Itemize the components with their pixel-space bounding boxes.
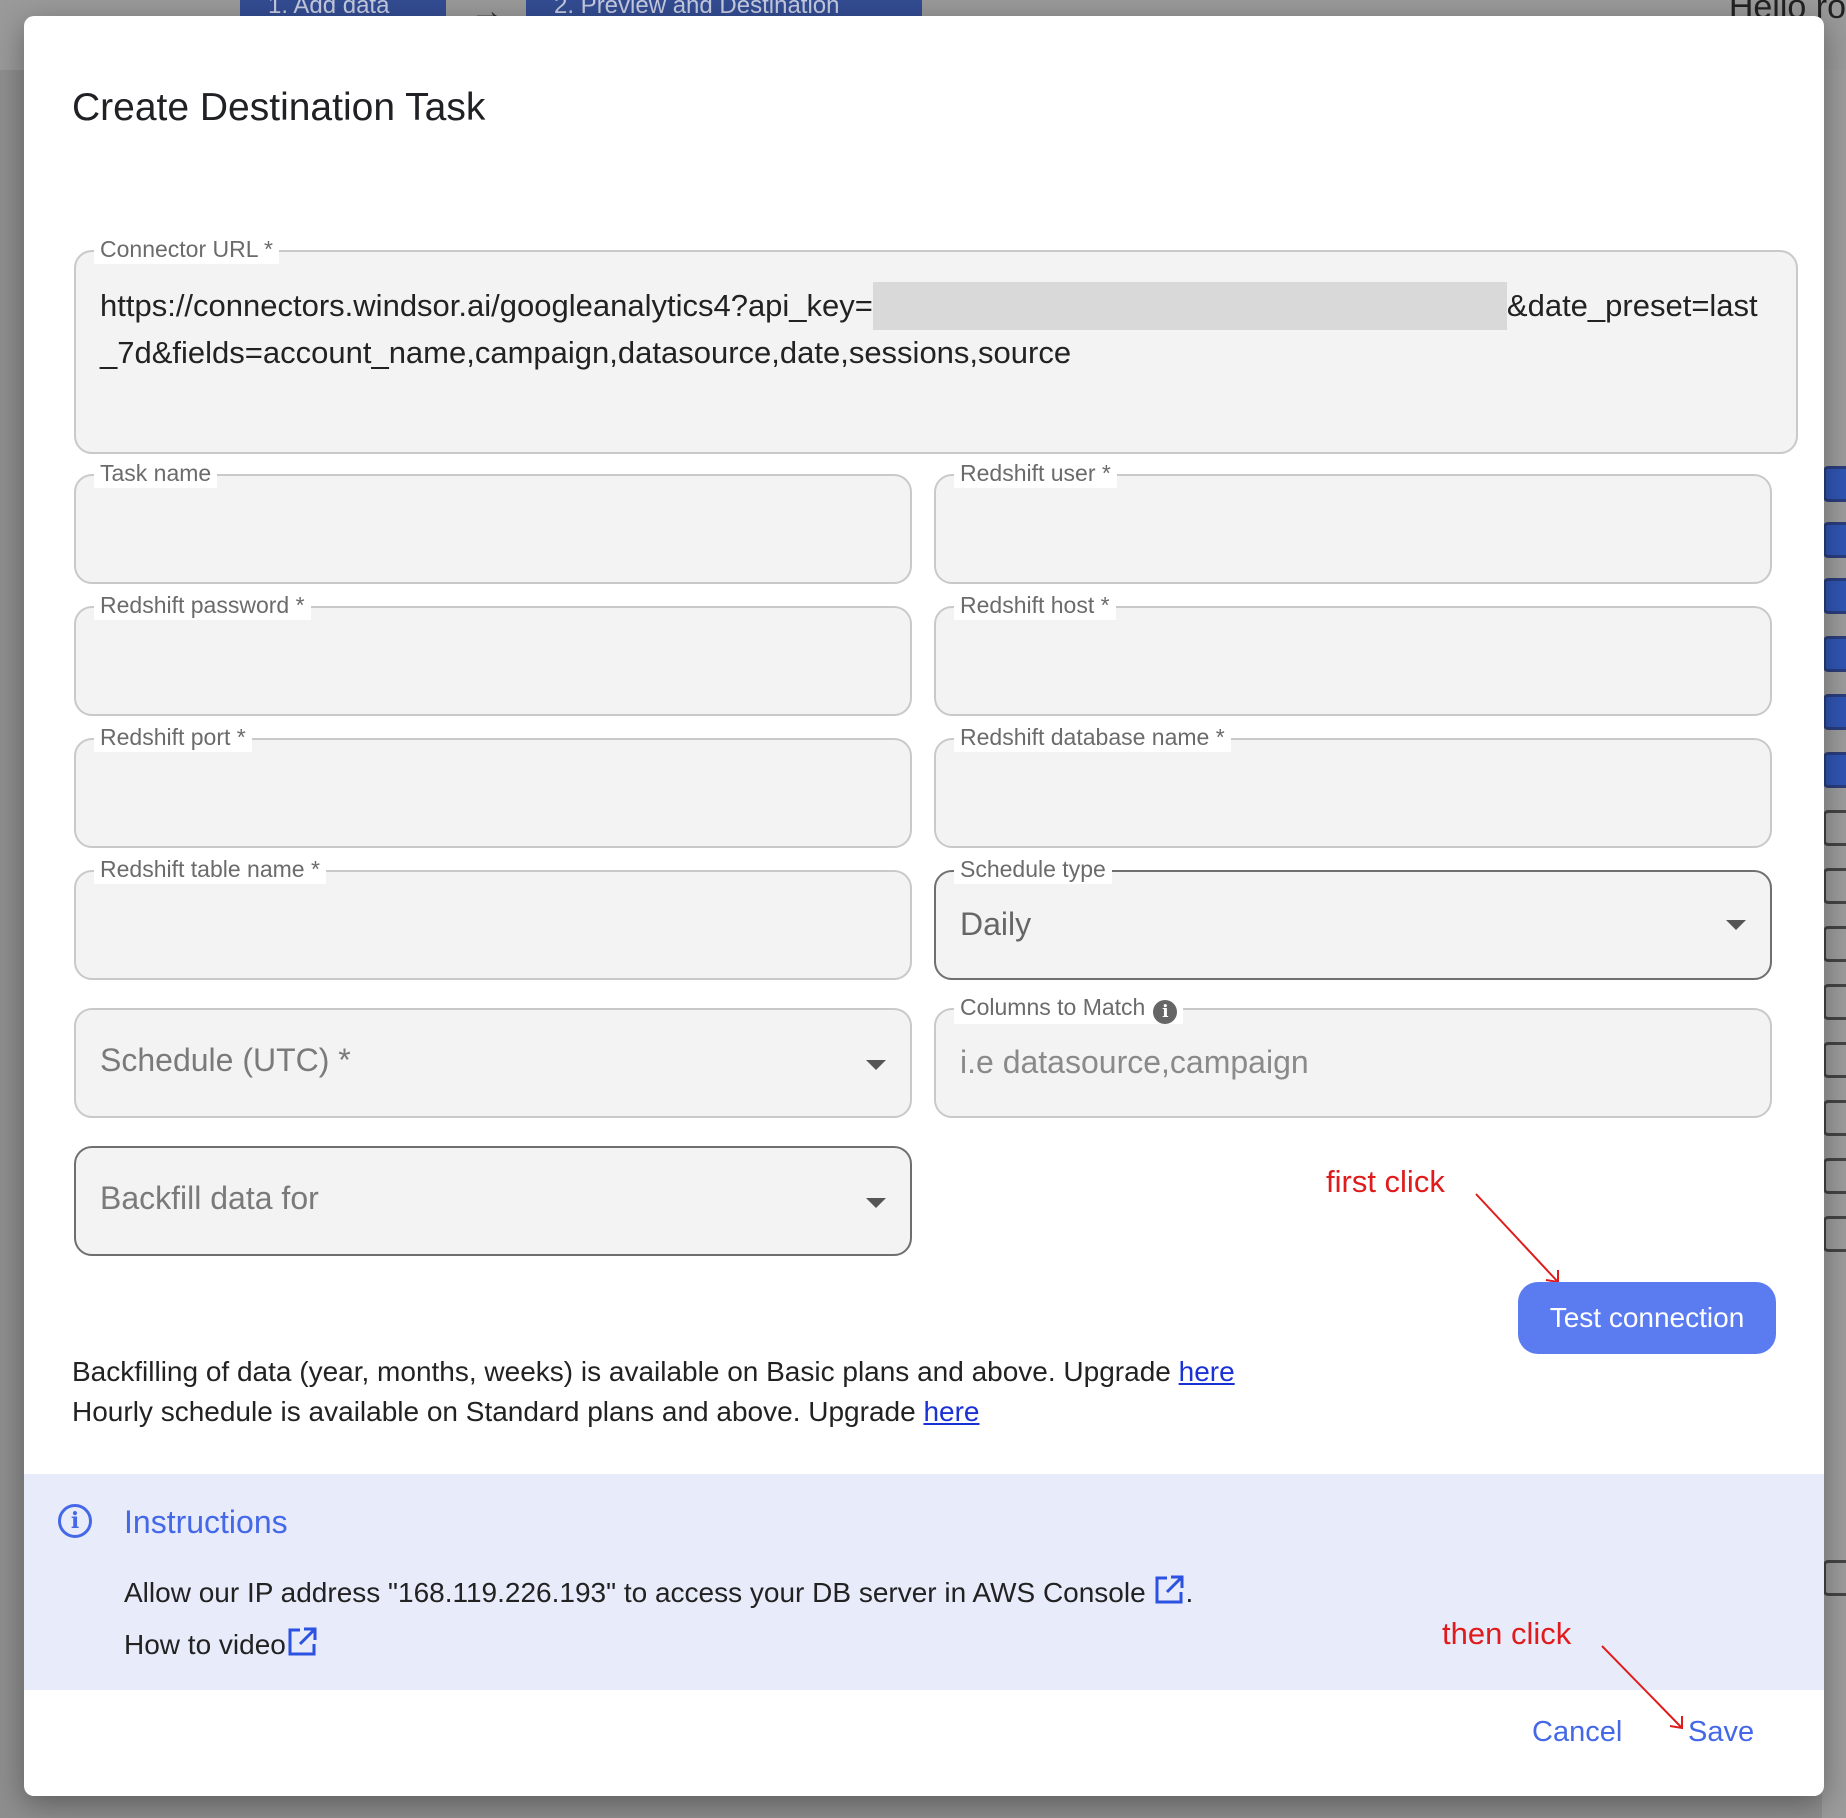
redshift-password-label: Redshift password *	[94, 590, 311, 620]
schedule-utc-placeholder: Schedule (UTC) *	[100, 1042, 351, 1078]
schedule-type-value: Daily	[960, 906, 1032, 942]
bg-checkbox	[1823, 522, 1846, 558]
hourly-plan-note: Hourly schedule is available on Standard…	[72, 1396, 980, 1427]
bg-checkbox	[1823, 1560, 1846, 1596]
redshift-database-name-label: Redshift database name *	[954, 722, 1231, 752]
bg-checkbox	[1823, 1100, 1846, 1136]
redshift-port-field[interactable]: Redshift port *	[74, 722, 912, 848]
backfill-plan-note: Backfilling of data (year, months, weeks…	[72, 1356, 1235, 1387]
redshift-host-label: Redshift host *	[954, 590, 1116, 620]
annotation-then-click: then click	[1442, 1616, 1572, 1651]
bg-checkbox	[1823, 636, 1846, 672]
external-link-icon[interactable]	[1153, 1574, 1185, 1606]
instructions-ip-line: Allow our IP address "168.119.226.193" t…	[124, 1574, 1193, 1609]
bg-step-preview: 2. Preview and Destination	[526, 0, 922, 16]
chevron-down-icon	[866, 1198, 886, 1208]
info-icon: i	[58, 1504, 92, 1538]
redshift-user-label: Redshift user *	[954, 458, 1117, 488]
bg-checkbox	[1823, 810, 1846, 846]
redshift-table-name-label: Redshift table name *	[94, 854, 326, 884]
bg-checkbox	[1823, 926, 1846, 962]
columns-to-match-field[interactable]: Columns to Match i i.e datasource,campaig…	[934, 992, 1772, 1118]
upgrade-link[interactable]: here	[1179, 1356, 1235, 1387]
redshift-password-field[interactable]: Redshift password *	[74, 590, 912, 716]
bg-checkbox	[1823, 868, 1846, 904]
columns-to-match-label: Columns to Match i	[954, 992, 1184, 1024]
schedule-type-label: Schedule type	[954, 854, 1112, 884]
bg-checkbox	[1823, 1042, 1846, 1078]
redacted-api-key	[872, 282, 1507, 330]
dialog-title: Create Destination Task	[72, 86, 486, 129]
redshift-database-name-field[interactable]: Redshift database name *	[934, 722, 1772, 848]
bg-checkbox	[1823, 1158, 1846, 1194]
bg-checkbox	[1823, 578, 1846, 614]
annotation-first-click: first click	[1326, 1164, 1445, 1199]
schedule-utc-select[interactable]: Schedule (UTC) *	[74, 1008, 912, 1118]
instructions-title: Instructions	[124, 1504, 288, 1540]
schedule-type-select[interactable]: Schedule type Daily	[934, 854, 1772, 980]
connector-url-field[interactable]: Connector URL * https://connectors.winds…	[74, 234, 1798, 454]
instructions-video-line: How to video	[124, 1626, 318, 1661]
backfill-placeholder: Backfill data for	[100, 1180, 319, 1216]
task-name-field[interactable]: Task name	[74, 458, 912, 584]
info-icon[interactable]: i	[1153, 1000, 1178, 1024]
instructions-panel: i Instructions Allow our IP address "168…	[24, 1474, 1824, 1690]
save-button[interactable]: Save	[1688, 1716, 1754, 1749]
bg-checkbox	[1823, 1216, 1846, 1252]
redshift-host-field[interactable]: Redshift host *	[934, 590, 1772, 716]
backfill-data-select[interactable]: Backfill data for	[74, 1146, 912, 1256]
redshift-port-label: Redshift port *	[94, 722, 252, 752]
bg-checkbox	[1823, 984, 1846, 1020]
upgrade-link[interactable]: here	[923, 1396, 979, 1427]
task-name-label: Task name	[94, 458, 218, 488]
redshift-user-field[interactable]: Redshift user *	[934, 458, 1772, 584]
chevron-down-icon	[1726, 920, 1746, 930]
bg-step-add-data: 1. Add data	[240, 0, 446, 16]
bg-checkbox	[1823, 752, 1846, 788]
bg-checkbox	[1823, 466, 1846, 502]
cancel-button[interactable]: Cancel	[1532, 1716, 1622, 1749]
test-connection-button[interactable]: Test connection	[1518, 1282, 1776, 1354]
annotation-arrow	[1475, 1193, 1559, 1284]
columns-to-match-placeholder: i.e datasource,campaign	[960, 1044, 1309, 1080]
connector-url-value[interactable]: https://connectors.windsor.ai/googleanal…	[100, 282, 1772, 376]
chevron-down-icon	[866, 1060, 886, 1070]
create-destination-task-dialog: Create Destination Task Connector URL * …	[24, 16, 1824, 1796]
redshift-table-name-field[interactable]: Redshift table name *	[74, 854, 912, 980]
bg-checkbox	[1823, 694, 1846, 730]
external-link-icon[interactable]	[286, 1626, 318, 1658]
connector-url-label: Connector URL *	[94, 234, 280, 264]
